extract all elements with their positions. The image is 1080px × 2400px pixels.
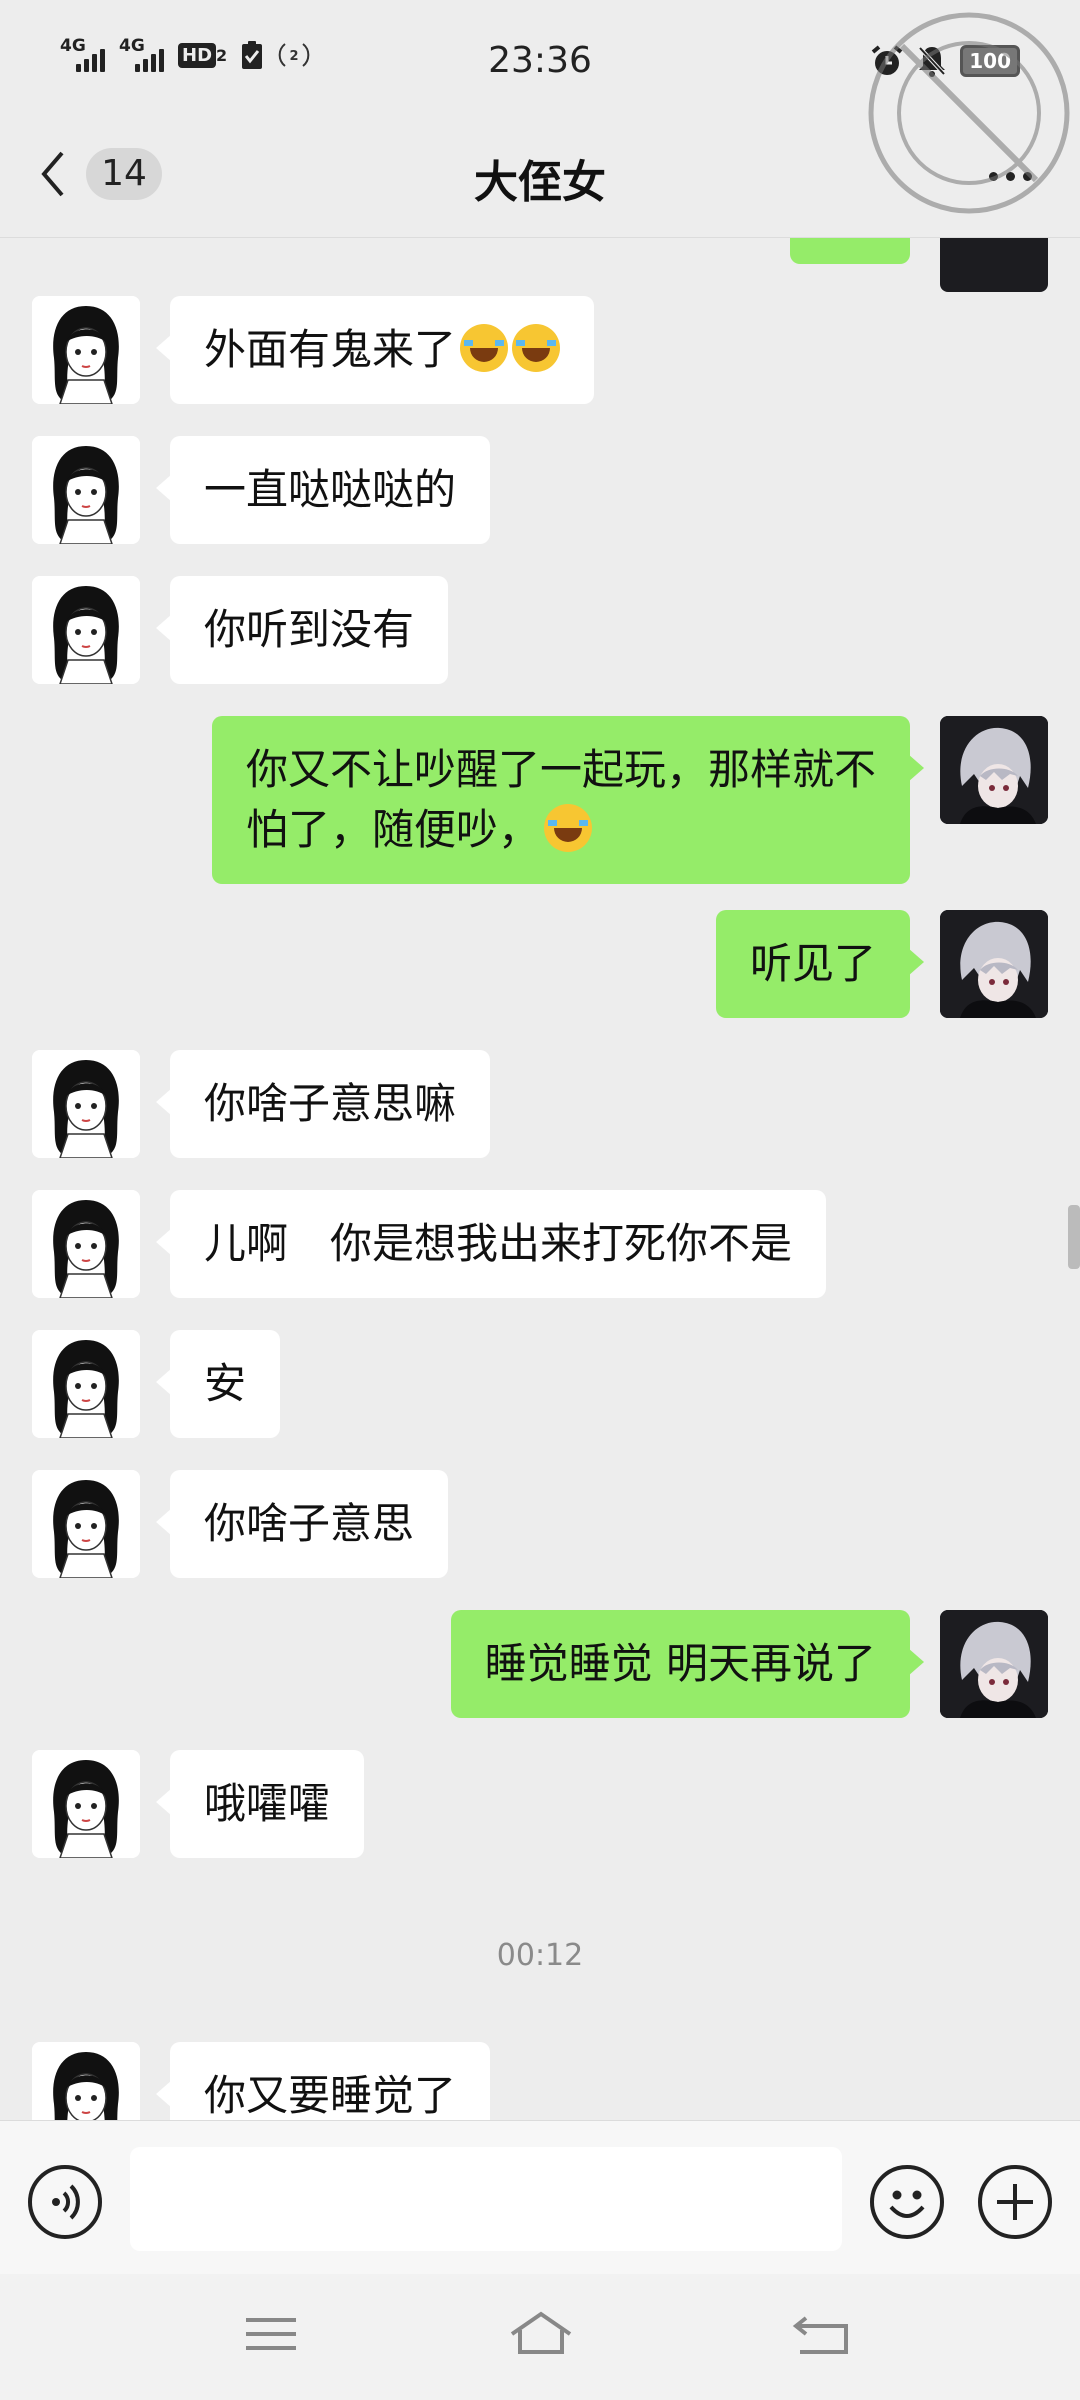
home-icon (510, 2311, 572, 2354)
message-bubble[interactable]: 一直哒哒哒的 (155, 436, 491, 544)
message-bubble[interactable]: 外面有鬼来了 (155, 296, 595, 404)
plus-icon (997, 2184, 1033, 2220)
contact-avatar[interactable] (32, 576, 140, 684)
back-icon (792, 2316, 848, 2354)
nav-back-button[interactable] (786, 2304, 856, 2364)
my-avatar[interactable] (940, 716, 1048, 824)
message-bubble[interactable]: 儿啊 你是想我出来打死你不是 (155, 1190, 827, 1298)
voice-icon (52, 2184, 80, 2220)
contact-avatar[interactable] (32, 1190, 140, 1298)
contact-avatar[interactable] (32, 1330, 140, 1438)
system-nav-bar (0, 2274, 1080, 2400)
message-bubble[interactable]: 你啥子意思嘛 (155, 1050, 491, 1158)
contact-avatar[interactable] (32, 436, 140, 544)
input-bar (0, 2120, 1080, 2274)
voice-button[interactable] (28, 2165, 102, 2239)
contact-avatar[interactable] (32, 1470, 140, 1578)
emoji-icon (889, 2190, 925, 2218)
nav-home-button[interactable] (506, 2304, 576, 2364)
contact-avatar[interactable] (32, 1050, 140, 1158)
menu-icon (246, 2318, 296, 2350)
message-bubble-partial[interactable] (790, 238, 910, 264)
message-bubble[interactable]: 你又要睡觉了 (155, 2042, 491, 2120)
message-bubble[interactable]: 你啥子意思 (155, 1470, 449, 1578)
scrollbar[interactable] (1068, 1205, 1080, 1269)
my-avatar[interactable] (940, 910, 1048, 1018)
more-functions-button[interactable] (978, 2165, 1052, 2239)
contact-avatar[interactable] (32, 1750, 140, 1858)
message-bubble[interactable]: 你听到没有 (155, 576, 449, 684)
message-bubble[interactable]: 你又不让吵醒了一起玩，那样就不 怕了，随便吵， (211, 716, 925, 884)
message-bubble[interactable]: 安 (155, 1330, 281, 1438)
message-list[interactable]: 外面有鬼来了 一直哒哒哒的 你听到没有 你又不让吵醒了一起玩，那样就不 怕了，随便… (0, 238, 1080, 2120)
watermark-stamp-icon (868, 12, 1070, 214)
laughing-tears-emoji-icon (460, 324, 509, 372)
laughing-tears-emoji-icon (544, 804, 592, 852)
contact-avatar[interactable] (32, 2042, 140, 2120)
contact-avatar[interactable] (32, 296, 140, 404)
message-bubble[interactable]: 听见了 (715, 910, 925, 1018)
message-input[interactable] (130, 2147, 842, 2251)
emoji-button[interactable] (870, 2165, 944, 2239)
my-avatar[interactable] (940, 1610, 1048, 1718)
message-bubble[interactable]: 睡觉睡觉 明天再说了 (450, 1610, 925, 1718)
laughing-tears-emoji-icon (512, 324, 561, 372)
my-avatar[interactable] (940, 238, 1048, 292)
message-bubble[interactable]: 哦嚯嚯 (155, 1750, 365, 1858)
nav-menu-button[interactable] (236, 2304, 306, 2364)
message-timestamp: 00:12 (496, 1938, 584, 1973)
